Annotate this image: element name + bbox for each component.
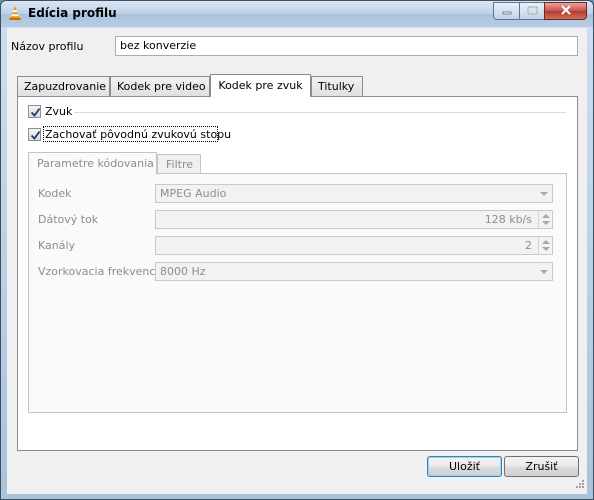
save-button[interactable]: Uložiť [427, 456, 502, 477]
tab-filters[interactable]: Filtre [157, 154, 201, 174]
spin-up-icon [539, 237, 552, 245]
profile-name-label: Názov profilu [11, 40, 84, 53]
tab-video-codec[interactable]: Kodek pre video [110, 76, 210, 96]
dialog-window: Edícia profilu Názov profilu bez konverz… [0, 0, 594, 500]
spin-down-icon [539, 245, 552, 253]
window-title: Edícia profilu [28, 6, 117, 20]
samplerate-value: 8000 Hz [160, 265, 206, 278]
checkmark-icon [30, 107, 41, 117]
spin-down-icon [539, 219, 552, 227]
close-button[interactable] [544, 2, 587, 20]
title-bar[interactable]: Edícia profilu [1, 1, 593, 27]
channels-spin-buttons[interactable] [538, 237, 552, 254]
window-controls [493, 2, 587, 20]
checkmark-icon [30, 130, 41, 140]
bitrate-spinbox[interactable]: 128 kb/s [155, 210, 553, 229]
chevron-down-icon [536, 185, 552, 202]
spin-up-icon [539, 211, 552, 219]
codec-select[interactable]: MPEG Audio [155, 184, 553, 203]
keep-original-label: Zachovať pôvodnú zvukovú stopu [45, 128, 232, 141]
channels-value: 2 [525, 239, 532, 252]
maximize-icon [526, 5, 538, 18]
profile-name-input[interactable]: bez konverzie [115, 36, 578, 56]
audio-enable-label: Zvuk [45, 105, 73, 118]
tab-subtitles[interactable]: Titulky [311, 76, 363, 96]
close-icon [560, 4, 572, 18]
encoding-parameters-panel: Kodek MPEG Audio Dátový tok 128 kb/s Kan… [28, 173, 567, 413]
bitrate-label: Dátový tok [38, 213, 99, 226]
chevron-down-icon [536, 263, 552, 280]
bitrate-value: 128 kb/s [484, 213, 532, 226]
bitrate-spin-buttons[interactable] [538, 211, 552, 228]
audio-group-divider [74, 112, 566, 113]
codec-label: Kodek [38, 187, 72, 200]
tab-encapsulation[interactable]: Zapuzdrovanie [17, 76, 110, 96]
resize-grip-icon[interactable] [575, 479, 585, 492]
channels-spinbox[interactable]: 2 [155, 236, 553, 255]
keep-original-checkbox[interactable] [28, 128, 41, 141]
codec-value: MPEG Audio [160, 187, 227, 200]
minimize-button[interactable] [493, 2, 519, 20]
tab-audio-codec[interactable]: Kodek pre zvuk [210, 74, 311, 97]
tab-encoding-parameters[interactable]: Parametre kódovania [28, 152, 157, 174]
samplerate-label: Vzorkovacia frekvencia [38, 265, 166, 278]
audio-enable-checkbox[interactable] [28, 105, 41, 118]
cancel-button[interactable]: Zrušiť [504, 456, 579, 477]
minimize-icon [502, 5, 512, 18]
channels-label: Kanály [38, 239, 76, 252]
dialog-client-area: Názov profilu bez konverzie Zapuzdrovani… [7, 28, 587, 494]
vlc-cone-icon [7, 5, 23, 21]
audio-codec-panel: Zvuk Zachovať pôvodnú zvukovú stopu Para… [17, 96, 578, 451]
maximize-button[interactable] [519, 2, 544, 20]
samplerate-select[interactable]: 8000 Hz [155, 262, 553, 281]
